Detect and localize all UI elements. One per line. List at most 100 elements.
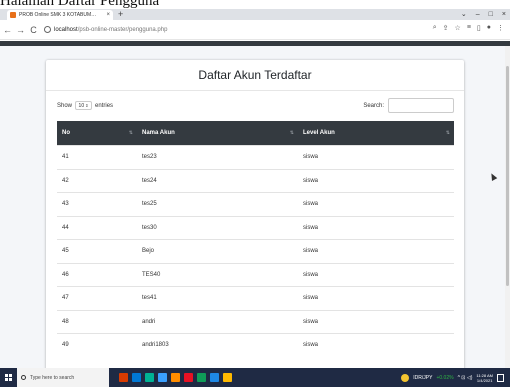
pinned-app-icon[interactable] xyxy=(132,373,141,382)
tab-search-icon[interactable]: ⌄ xyxy=(461,9,467,20)
cell-nama-akun: Bejo xyxy=(142,248,155,255)
clock-date: 1/4/2021 xyxy=(476,377,493,383)
window-controls: ⌄ – □ × xyxy=(461,9,506,20)
table-row: 41 tes23 siswa xyxy=(57,145,454,169)
entries-value: 10 xyxy=(78,102,85,109)
weather-icon[interactable] xyxy=(401,373,410,382)
maximize-button[interactable]: □ xyxy=(489,9,493,20)
pinned-app-icon[interactable] xyxy=(145,373,154,382)
share-icon[interactable]: ⇪ xyxy=(443,24,449,32)
url-host: localhost xyxy=(54,26,78,33)
cell-level-akun: siswa xyxy=(303,177,319,184)
cell-level-akun: siswa xyxy=(303,201,319,208)
reading-list-icon[interactable]: ≡ xyxy=(467,24,471,32)
card-header: Daftar Akun Terdaftar xyxy=(46,60,464,91)
document-caption: Halaman Daftar Pengguna xyxy=(0,0,160,9)
cell-nama-akun: tes25 xyxy=(142,201,157,208)
cell-level-akun: siswa xyxy=(303,295,319,302)
screenshot-root: Halaman Daftar Pengguna PROB Online SMK … xyxy=(0,0,510,387)
entries-length: Show 10 ⇕ entries xyxy=(57,101,113,110)
system-tray: IDR/JPY +0.02% ^ ⊡ ◁) 11:28 AM 1/4/2021 xyxy=(401,368,504,387)
zoom-icon[interactable]: ⌕ xyxy=(433,24,437,32)
chevron-updown-icon: ⇕ xyxy=(85,103,89,108)
favicon-icon xyxy=(10,12,16,18)
url-path: /psb-online-master/pengguna.php xyxy=(77,26,168,33)
card-title: Daftar Akun Terdaftar xyxy=(198,68,312,82)
browser-toolbar: ← → C localhost /psb-online-master/pengg… xyxy=(0,20,510,40)
profile-avatar-icon[interactable]: ● xyxy=(487,24,491,32)
pinned-app-icon[interactable] xyxy=(119,373,128,382)
cell-level-akun: siswa xyxy=(303,318,319,325)
table-row: 46 TES40 siswa xyxy=(57,262,454,287)
cell-nama-akun: tes24 xyxy=(142,177,157,184)
table-row: 47 tes41 siswa xyxy=(57,286,454,310)
tray-status-icons[interactable]: ^ ⊡ ◁) xyxy=(458,375,473,381)
table-row: 44 tes30 siswa xyxy=(57,215,454,240)
reload-button[interactable]: C xyxy=(28,25,39,35)
cell-no: 46 xyxy=(62,271,69,278)
cell-level-akun: siswa xyxy=(303,224,319,231)
side-panel-icon[interactable]: ▯ xyxy=(477,24,481,32)
cell-no: 44 xyxy=(62,224,69,231)
start-button[interactable] xyxy=(0,368,17,387)
tab-close-icon[interactable]: × xyxy=(106,12,110,18)
close-window-button[interactable]: × xyxy=(502,9,506,20)
address-bar[interactable]: localhost /psb-online-master/pengguna.ph… xyxy=(44,23,424,36)
table-row: 43 tes25 siswa xyxy=(57,192,454,216)
cell-level-akun: siswa xyxy=(303,271,319,278)
column-header-label: Level Akun xyxy=(303,130,335,136)
cell-no: 42 xyxy=(62,177,69,184)
cell-level-akun: siswa xyxy=(303,248,319,255)
search-icon xyxy=(21,375,26,380)
cell-nama-akun: tes30 xyxy=(142,224,157,231)
search-input[interactable] xyxy=(388,98,454,113)
table-row: 48 andri siswa xyxy=(57,309,454,334)
search-label: Search: xyxy=(363,102,384,109)
back-button[interactable]: ← xyxy=(2,25,13,35)
column-header-label: No xyxy=(62,130,70,136)
cell-no: 47 xyxy=(62,295,69,302)
taskbar-search[interactable]: Type here to search xyxy=(17,368,109,387)
sort-icon: ⇅ xyxy=(128,130,133,136)
column-header-no[interactable]: No ⇅ xyxy=(57,121,137,145)
show-label: Show xyxy=(57,102,73,109)
cell-no: 49 xyxy=(62,342,69,349)
pinned-app-icon[interactable] xyxy=(223,373,232,382)
cell-no: 43 xyxy=(62,201,69,208)
table-search: Search: xyxy=(363,98,454,113)
browser-menu-icon[interactable]: ⋮ xyxy=(497,24,504,32)
entries-label: entries xyxy=(95,102,114,109)
accounts-card: Daftar Akun Terdaftar Show 10 ⇕ entries … xyxy=(46,60,464,368)
windows-taskbar: Type here to search IDR/JPY +0.02% ^ ⊡ ◁… xyxy=(0,368,510,387)
browser-tab[interactable]: PROB Online SMK 3 KOTABUM… × xyxy=(7,10,113,20)
cell-nama-akun: andri xyxy=(142,318,156,325)
cell-nama-akun: andri1803 xyxy=(142,342,169,349)
tab-title: PROB Online SMK 3 KOTABUM… xyxy=(19,12,97,18)
scrollbar-thumb[interactable] xyxy=(506,66,509,286)
pinned-app-icon[interactable] xyxy=(184,373,193,382)
bookmark-star-icon[interactable]: ☆ xyxy=(455,24,461,32)
pinned-app-icon[interactable] xyxy=(210,373,219,382)
pinned-app-icon[interactable] xyxy=(158,373,167,382)
toolbar-icons: ⌕ ⇪ ☆ ≡ ▯ ● ⋮ xyxy=(433,24,504,32)
cell-level-akun: siswa xyxy=(303,154,319,161)
page-content: Daftar Akun Terdaftar Show 10 ⇕ entries … xyxy=(0,46,510,368)
minimize-button[interactable]: – xyxy=(476,9,480,20)
cell-nama-akun: TES40 xyxy=(142,271,161,278)
site-info-icon[interactable] xyxy=(44,26,51,33)
notification-icon[interactable] xyxy=(497,373,504,382)
taskbar-clock[interactable]: 11:28 AM 1/4/2021 xyxy=(476,373,493,383)
tray-ticker: IDR/JPY xyxy=(413,374,433,381)
accounts-table: No ⇅ Nama Akun ⇅ Level Akun ⇅ 41 tes23 sis… xyxy=(57,121,454,357)
new-tab-button[interactable]: + xyxy=(118,9,123,20)
pinned-app-icon[interactable] xyxy=(197,373,206,382)
sort-icon: ⇅ xyxy=(289,130,294,136)
column-header-level-akun[interactable]: Level Akun ⇅ xyxy=(298,121,454,145)
table-row: 42 tes24 siswa xyxy=(57,168,454,193)
table-row: 45 Bejo siswa xyxy=(57,239,454,263)
column-header-nama-akun[interactable]: Nama Akun ⇅ xyxy=(137,121,298,145)
pinned-app-icon[interactable] xyxy=(171,373,180,382)
entries-select[interactable]: 10 ⇕ xyxy=(75,101,93,110)
browser-tab-strip: PROB Online SMK 3 KOTABUM… × + ⌄ – □ × xyxy=(0,9,510,20)
forward-button[interactable]: → xyxy=(15,25,26,35)
